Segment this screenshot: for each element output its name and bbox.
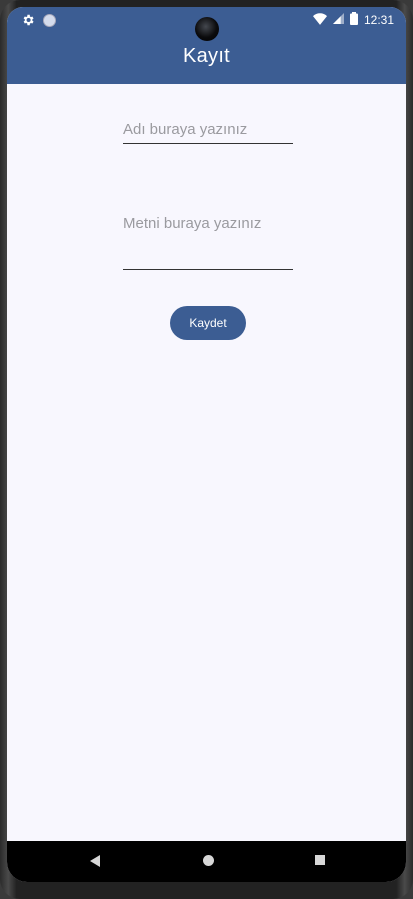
home-icon[interactable] bbox=[203, 855, 214, 866]
wifi-icon bbox=[312, 12, 327, 28]
signal-icon bbox=[332, 13, 344, 27]
battery-icon bbox=[349, 12, 358, 28]
name-input-placeholder: Adı buraya yazınız bbox=[123, 121, 248, 138]
settings-icon bbox=[21, 13, 35, 27]
page-title: Kayıt bbox=[182, 45, 231, 67]
save-button[interactable]: Kaydet bbox=[170, 306, 246, 340]
status-right: 12:31 bbox=[312, 12, 394, 28]
camera-cutout bbox=[195, 17, 219, 41]
status-time: 12:31 bbox=[363, 13, 394, 27]
device-frame: 12:31 Kayıt Adı buraya yazınız Metni bur… bbox=[0, 0, 413, 899]
status-bar: 12:31 bbox=[7, 7, 406, 41]
recents-icon[interactable] bbox=[315, 855, 325, 865]
text-input[interactable]: Metni buraya yazınız bbox=[123, 215, 293, 270]
app-bar: 12:31 Kayıt bbox=[7, 7, 406, 84]
navigation-bar bbox=[7, 841, 406, 882]
text-input-placeholder: Metni buraya yazınız bbox=[123, 215, 262, 232]
main-content: Adı buraya yazınız Metni buraya yazınız … bbox=[7, 84, 406, 841]
back-icon[interactable] bbox=[90, 855, 100, 867]
circle-icon bbox=[43, 13, 56, 27]
screen: 12:31 Kayıt Adı buraya yazınız Metni bur… bbox=[7, 7, 406, 882]
status-left bbox=[21, 13, 56, 27]
name-input[interactable]: Adı buraya yazınız bbox=[123, 121, 293, 144]
